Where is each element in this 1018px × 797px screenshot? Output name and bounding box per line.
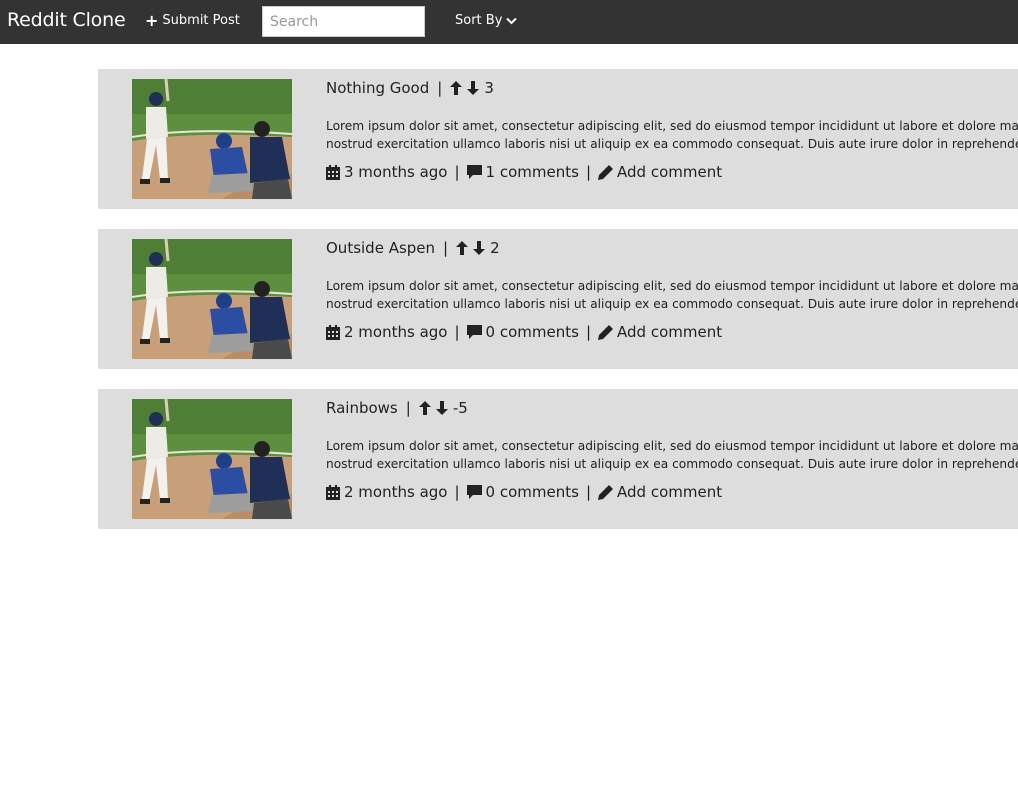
- plus-icon: +: [145, 10, 159, 30]
- baseball-photo-image: [132, 399, 292, 519]
- upvote-arrow-icon[interactable]: [418, 401, 431, 415]
- post-thumbnail[interactable]: [132, 79, 292, 199]
- post-title-row: Nothing Good | 3: [326, 79, 494, 97]
- comment-icon: [466, 165, 482, 179]
- post-body: Lorem ipsum dolor sit amet, consectetur …: [326, 117, 1018, 153]
- post-meta: 2 months ago | 0 comments | Add comment: [326, 483, 722, 501]
- sort-by-label: Sort By: [455, 13, 503, 28]
- post-body-line: Lorem ipsum dolor sit amet, consectetur …: [326, 279, 1018, 293]
- calendar-icon: [326, 324, 340, 340]
- add-comment-link[interactable]: Add comment: [617, 163, 722, 181]
- post-title[interactable]: Nothing Good: [326, 79, 429, 97]
- separator: |: [585, 323, 592, 341]
- pencil-icon: [598, 324, 614, 340]
- post-time: 2 months ago: [344, 483, 448, 501]
- calendar-icon: [326, 484, 340, 500]
- separator: |: [437, 79, 443, 97]
- upvote-arrow-icon[interactable]: [450, 81, 463, 95]
- post-card: Rainbows | -5 Lorem ipsum dolor sit amet…: [98, 389, 1018, 529]
- separator: |: [585, 483, 592, 501]
- comments-link[interactable]: 1 comments: [486, 163, 579, 181]
- post-score: 2: [490, 239, 500, 257]
- calendar-icon: [326, 164, 340, 180]
- post-score: -5: [452, 399, 468, 417]
- comments-link[interactable]: 0 comments: [486, 483, 579, 501]
- brand-logo[interactable]: Reddit Clone: [7, 9, 126, 31]
- post-card: Outside Aspen | 2 Lorem ipsum dolor sit …: [98, 229, 1018, 369]
- post-time: 2 months ago: [344, 323, 448, 341]
- downvote-arrow-icon[interactable]: [435, 401, 448, 415]
- add-comment-link[interactable]: Add comment: [617, 323, 722, 341]
- top-navbar: Reddit Clone + Submit Post Sort By: [0, 0, 1018, 44]
- sort-by-dropdown[interactable]: Sort By: [455, 13, 518, 28]
- post-meta: 2 months ago | 0 comments | Add comment: [326, 323, 722, 341]
- separator: |: [454, 323, 460, 341]
- post-time: 3 months ago: [344, 163, 448, 181]
- downvote-arrow-icon[interactable]: [467, 81, 480, 95]
- post-thumbnail[interactable]: [132, 239, 292, 359]
- post-body-line: nostrud exercitation ullamco laboris nis…: [326, 297, 1018, 311]
- post-body-line: Lorem ipsum dolor sit amet, consectetur …: [326, 119, 1018, 133]
- submit-post-link[interactable]: + Submit Post: [145, 10, 240, 30]
- add-comment-link[interactable]: Add comment: [617, 483, 722, 501]
- separator: |: [443, 239, 449, 257]
- post-title[interactable]: Outside Aspen: [326, 239, 435, 257]
- post-body: Lorem ipsum dolor sit amet, consectetur …: [326, 277, 1018, 313]
- post-meta: 3 months ago | 1 comments | Add comment: [326, 163, 722, 181]
- separator: |: [585, 163, 592, 181]
- post-body: Lorem ipsum dolor sit amet, consectetur …: [326, 437, 1018, 473]
- post-score: 3: [484, 79, 494, 97]
- post-card: Nothing Good | 3 Lorem ipsum dolor sit a…: [98, 69, 1018, 209]
- post-thumbnail[interactable]: [132, 399, 292, 519]
- baseball-photo-image: [132, 79, 292, 199]
- comments-link[interactable]: 0 comments: [486, 323, 579, 341]
- baseball-photo-image: [132, 239, 292, 359]
- upvote-arrow-icon[interactable]: [456, 241, 469, 255]
- comment-icon: [466, 485, 482, 499]
- post-body-line: nostrud exercitation ullamco laboris nis…: [326, 137, 1018, 151]
- post-title[interactable]: Rainbows: [326, 399, 398, 417]
- pencil-icon: [598, 164, 614, 180]
- post-title-row: Rainbows | -5: [326, 399, 468, 417]
- separator: |: [454, 483, 460, 501]
- submit-post-label: Submit Post: [162, 13, 240, 28]
- search-input[interactable]: [262, 6, 425, 37]
- chevron-down-icon: [506, 17, 518, 24]
- downvote-arrow-icon[interactable]: [473, 241, 486, 255]
- separator: |: [405, 399, 411, 417]
- pencil-icon: [598, 484, 614, 500]
- post-body-line: nostrud exercitation ullamco laboris nis…: [326, 457, 1018, 471]
- post-body-line: Lorem ipsum dolor sit amet, consectetur …: [326, 439, 1018, 453]
- comment-icon: [466, 325, 482, 339]
- separator: |: [454, 163, 460, 181]
- post-title-row: Outside Aspen | 2: [326, 239, 500, 257]
